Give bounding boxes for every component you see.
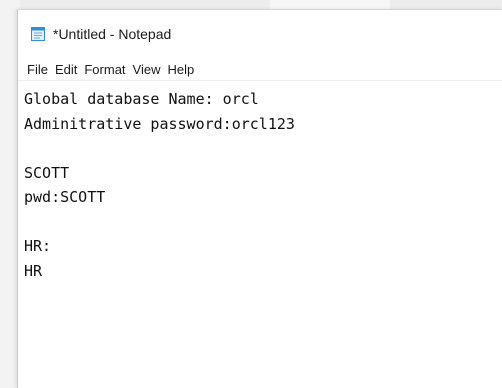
window-title: *Untitled - Notepad (53, 26, 172, 42)
editor-line: Global database Name: orcl (24, 90, 259, 108)
screen: *Untitled - Notepad File Edit Format Vie… (0, 0, 502, 388)
menu-format[interactable]: Format (82, 62, 130, 77)
notepad-icon (30, 26, 46, 42)
editor-line: HR: (24, 237, 52, 255)
editor-line: SCOTT (24, 163, 70, 182)
menu-help[interactable]: Help (165, 62, 199, 77)
menu-view[interactable]: View (131, 62, 166, 77)
title-bar[interactable]: *Untitled - Notepad (18, 10, 502, 58)
menu-edit[interactable]: Edit (53, 62, 82, 77)
editor-line: pwd:SCOTT (24, 188, 106, 206)
text-editor[interactable]: Global database Name: orcl Adminitrative… (18, 81, 502, 388)
editor-line: HR (24, 261, 43, 280)
menu-bar: File Edit Format View Help (18, 58, 502, 81)
menu-file[interactable]: File (25, 62, 53, 77)
editor-line: Adminitrative password:orcl123 (24, 114, 295, 133)
notepad-window: *Untitled - Notepad File Edit Format Vie… (17, 9, 502, 388)
